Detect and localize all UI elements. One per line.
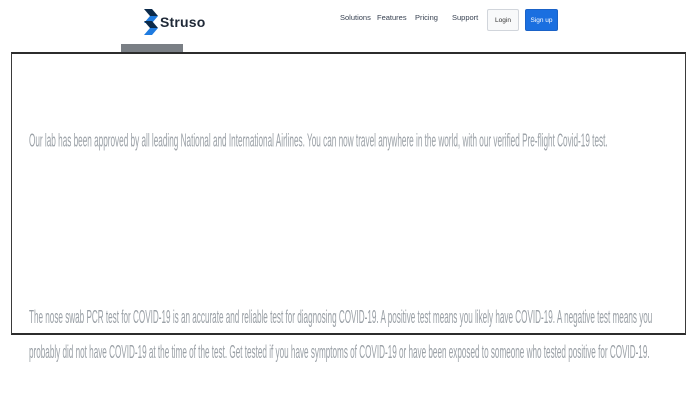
signup-button[interactable]: Sign up <box>525 9 558 31</box>
approval-paragraph: Our lab has been approved by all leading… <box>29 129 608 151</box>
top-navbar: Struso Solutions Features Pricing Suppor… <box>0 0 700 42</box>
pcr-test-paragraph: The nose swab PCR test for COVID-19 is a… <box>29 305 653 363</box>
nav-link-support[interactable]: Support <box>452 13 478 22</box>
nav-link-features[interactable]: Features <box>377 13 407 22</box>
active-nav-indicator <box>121 44 183 52</box>
nav-link-pricing[interactable]: Pricing <box>415 13 438 22</box>
content-frame <box>11 52 686 335</box>
nav-links: Solutions Features Pricing Support <box>0 13 700 27</box>
login-button[interactable]: Login <box>487 9 519 31</box>
nav-link-solutions[interactable]: Solutions <box>340 13 371 22</box>
